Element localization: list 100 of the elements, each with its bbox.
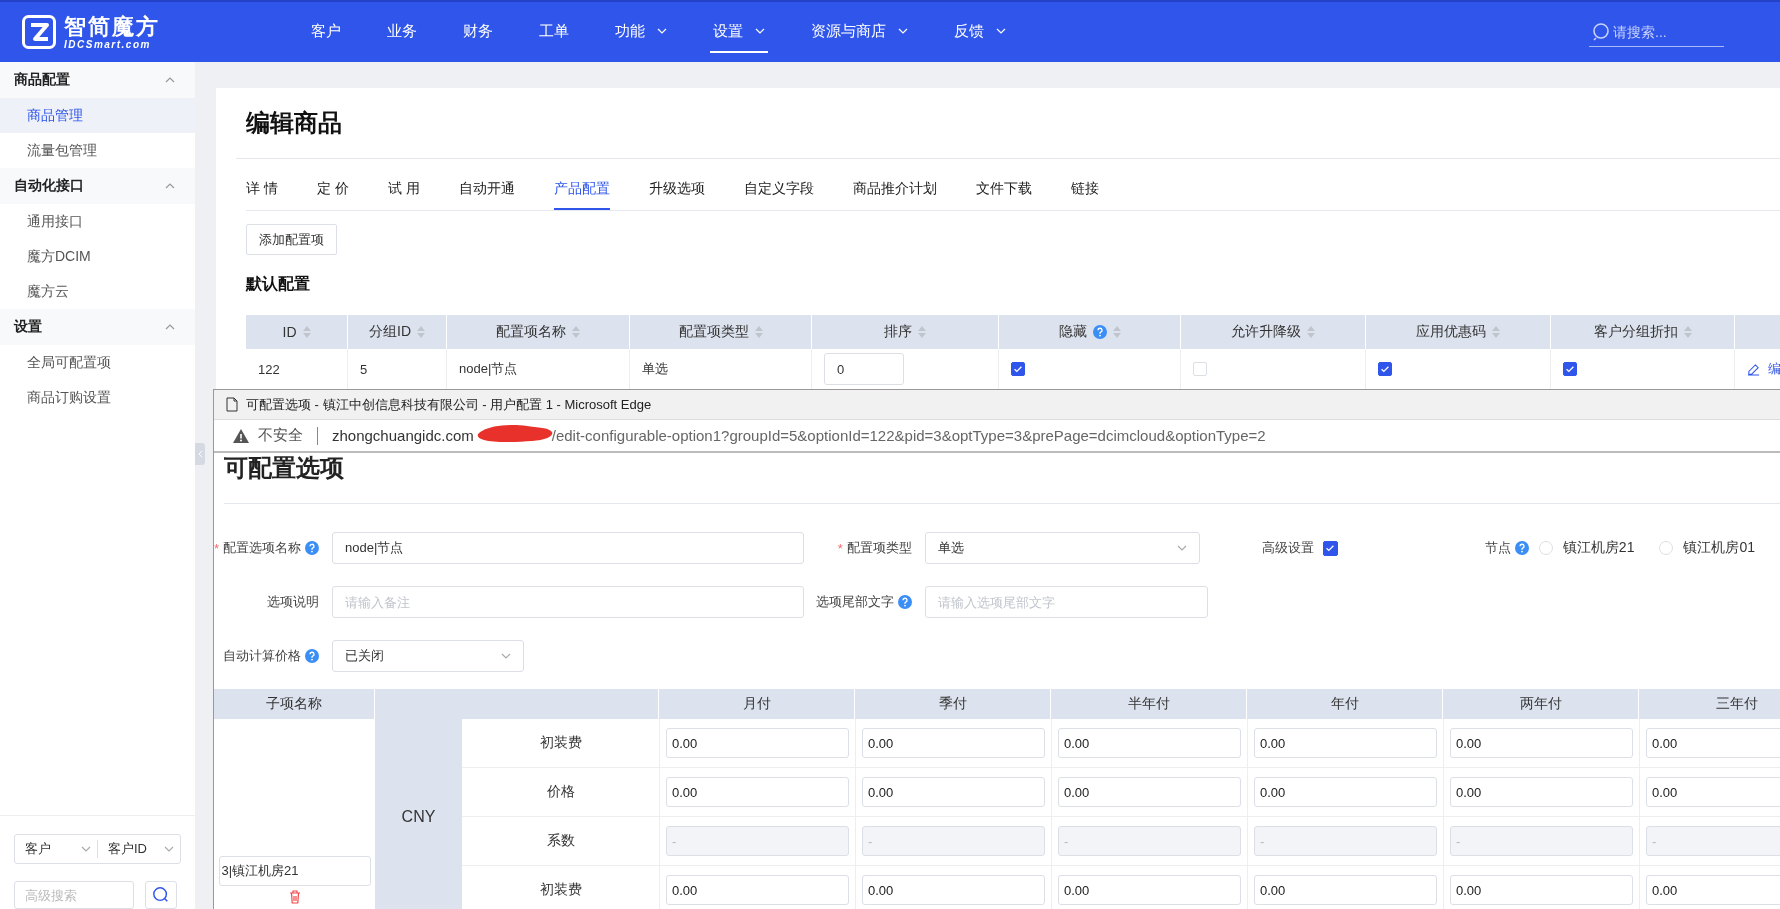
- radio-button[interactable]: [1538, 541, 1553, 555]
- chevron-down-icon: [657, 28, 667, 34]
- nav-item[interactable]: 业务: [364, 1, 440, 61]
- filter-select[interactable]: 客户 客户ID: [14, 834, 181, 864]
- logo-icon: [22, 15, 56, 49]
- radio-label[interactable]: 镇江机房21: [1562, 539, 1635, 557]
- group-title: 设置: [14, 318, 42, 336]
- tab[interactable]: 详 情: [246, 180, 278, 210]
- column-header: 半年付: [1051, 689, 1247, 719]
- price-input[interactable]: 0.00: [1058, 875, 1241, 905]
- window-title: 可配置选项 - 镇江中创信息科技有限公司 - 用户配置 1 - Microsoft Edge: [246, 395, 652, 414]
- sort-icon[interactable]: [1492, 326, 1500, 338]
- price-input[interactable]: 0.00: [1254, 777, 1437, 807]
- tab[interactable]: 自定义字段: [743, 180, 814, 210]
- sort-icon[interactable]: [1683, 326, 1692, 338]
- trash-icon[interactable]: [288, 890, 301, 904]
- field-label: 配置选项名称: [223, 539, 302, 557]
- tab[interactable]: 试 用: [387, 180, 420, 210]
- chevron-down-icon: [501, 653, 511, 659]
- sort-icon[interactable]: [1307, 326, 1315, 338]
- tab[interactable]: 链接: [1070, 180, 1099, 210]
- checkbox[interactable]: [1378, 362, 1392, 376]
- checkbox[interactable]: [1011, 362, 1025, 376]
- url-host: zhongchuangidc.com: [332, 427, 474, 444]
- type-select[interactable]: 单选: [924, 532, 1200, 564]
- sidebar-item[interactable]: 流量包管理: [0, 133, 195, 168]
- sidebar-item[interactable]: 商品订购设置: [0, 380, 195, 415]
- price-input[interactable]: 0.00: [862, 875, 1045, 905]
- price-row-label: 价格: [462, 768, 659, 817]
- search-field[interactable]: 高级搜索: [14, 881, 134, 909]
- sidebar-item[interactable]: 商品管理: [0, 98, 195, 133]
- column-label: 隐藏: [1058, 323, 1087, 341]
- checkbox[interactable]: [1563, 362, 1577, 376]
- auto-price-select[interactable]: 已关闭: [332, 640, 524, 672]
- sidebar-item[interactable]: 全局可配置项: [0, 345, 195, 380]
- price-input[interactable]: 0.00: [1058, 777, 1241, 807]
- nav-item[interactable]: 资源与商店: [788, 1, 931, 61]
- tab[interactable]: 自动开通: [458, 180, 515, 210]
- sort-icon[interactable]: [302, 326, 311, 338]
- nav-item[interactable]: 功能: [592, 1, 690, 61]
- price-input[interactable]: 0.00: [1058, 728, 1241, 758]
- option-name-input[interactable]: 3|镇江机房21: [218, 856, 371, 886]
- warning-icon: [232, 427, 250, 444]
- radio-label[interactable]: 镇江机房01: [1683, 539, 1755, 557]
- add-option-button[interactable]: 添加配置项: [246, 224, 337, 255]
- required-mark: *: [837, 540, 843, 556]
- collapse-handle[interactable]: [195, 443, 205, 465]
- sidebar-group[interactable]: 自动化接口: [0, 168, 195, 204]
- sort-icon[interactable]: [417, 326, 425, 338]
- sidebar-group[interactable]: 商品配置: [0, 62, 195, 98]
- edit-link[interactable]: 编: [1747, 360, 1780, 378]
- tab[interactable]: 产品配置: [553, 180, 610, 210]
- price-input[interactable]: 0.00: [1646, 777, 1780, 807]
- sidebar-item[interactable]: 通用接口: [0, 204, 195, 239]
- sort-icon[interactable]: [918, 326, 926, 338]
- address-bar[interactable]: 不安全 zhongchuangidc.com /edit-configurable-option1?groupId=5&optionId=122&pid=3&optType=3&prePage=dcimcloud&optionType=2: [214, 419, 1780, 453]
- price-input[interactable]: 0.00: [862, 777, 1045, 807]
- nav-item[interactable]: 工单: [516, 1, 592, 61]
- price-input[interactable]: 0.00: [1254, 875, 1437, 905]
- url-path: /edit-configurable-option1?groupId=5&optionId=122&pid=3&optType=3&prePage=dcimcloud&optionType=2: [551, 427, 1266, 444]
- description-input[interactable]: 请输入备注: [332, 586, 804, 618]
- price-input[interactable]: 0.00: [666, 728, 849, 758]
- price-input[interactable]: 0.00: [1450, 728, 1633, 758]
- suffix-input[interactable]: 请输入选项尾部文字: [925, 586, 1208, 618]
- field-label: 选项说明: [267, 593, 319, 611]
- sidebar-group[interactable]: 设置: [0, 309, 195, 345]
- column-header: 季付: [855, 689, 1051, 719]
- nav-item[interactable]: 设置: [690, 1, 788, 61]
- sort-icon[interactable]: [1112, 326, 1121, 338]
- price-input[interactable]: 0.00: [666, 875, 849, 905]
- form-heading: 可配置选项: [224, 453, 345, 483]
- search-field[interactable]: 请搜索...: [1589, 17, 1724, 47]
- price-input[interactable]: 0.00: [1450, 777, 1633, 807]
- logo-subtitle: IDCSmart.com: [64, 38, 152, 50]
- order-input[interactable]: 0: [824, 353, 904, 385]
- search-button[interactable]: [145, 881, 177, 909]
- tab[interactable]: 定 价: [316, 180, 349, 210]
- nav-item[interactable]: 财务: [440, 1, 516, 61]
- name-input[interactable]: node|节点: [332, 532, 804, 564]
- price-input[interactable]: 0.00: [1646, 875, 1780, 905]
- price-input[interactable]: 0.00: [1646, 728, 1780, 758]
- column-header: 三年付: [1639, 689, 1780, 719]
- nav-item[interactable]: 客户: [288, 1, 364, 61]
- radio-button[interactable]: [1659, 541, 1674, 555]
- field-label: 选项尾部文字: [816, 593, 894, 611]
- price-input[interactable]: 0.00: [1450, 875, 1633, 905]
- tab[interactable]: 文件下载: [975, 180, 1032, 210]
- tab[interactable]: 商品推介计划: [852, 180, 937, 210]
- sidebar-item[interactable]: 魔方云: [0, 274, 195, 309]
- price-input[interactable]: 0.00: [862, 728, 1045, 758]
- field-label: 高级设置: [1261, 539, 1314, 557]
- chevron-down-icon: [755, 28, 765, 34]
- checkbox[interactable]: [1322, 540, 1338, 556]
- nav-item[interactable]: 反馈: [931, 1, 1029, 61]
- tab[interactable]: 升级选项: [648, 180, 705, 210]
- sidebar-item[interactable]: 魔方DCIM: [0, 239, 195, 274]
- sort-icon[interactable]: [572, 326, 580, 338]
- price-input[interactable]: 0.00: [666, 777, 849, 807]
- price-input[interactable]: 0.00: [1254, 728, 1437, 758]
- sort-icon[interactable]: [754, 326, 763, 338]
